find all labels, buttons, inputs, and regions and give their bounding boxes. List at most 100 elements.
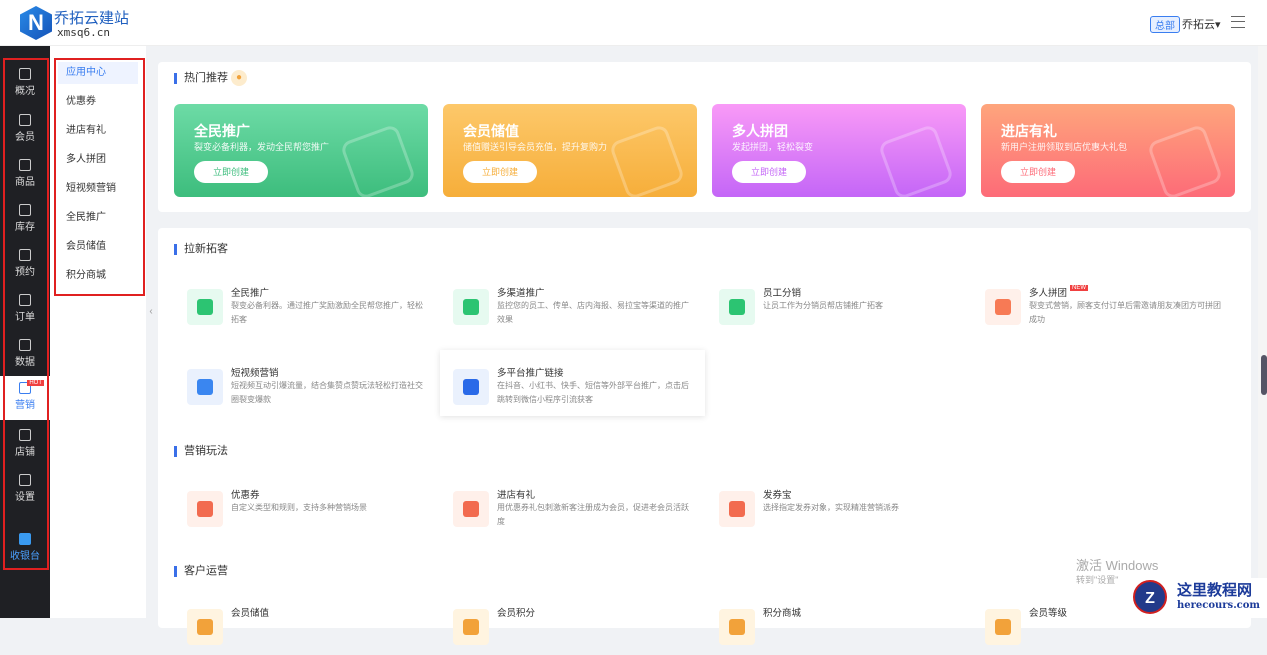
- submenu-item[interactable]: 进店有礼: [58, 120, 138, 142]
- sidebar-item-label: 会员: [15, 132, 35, 143]
- feature-desc: 选择指定发券对象，实现精准营销派券: [763, 503, 899, 512]
- feature-icon: [187, 369, 223, 405]
- feature-icon: [453, 491, 489, 527]
- lightbulb-icon: ●: [231, 70, 247, 86]
- promo-title: 进店有礼: [1001, 123, 1057, 139]
- feature-item[interactable]: 多人拼团 NEW 裂变式营销，顾客支付订单后需邀请朋友凑团方可拼团成功: [985, 285, 1235, 335]
- submenu-item[interactable]: 优惠券: [58, 91, 138, 113]
- sidebar-item[interactable]: 店铺: [0, 423, 50, 467]
- feature-desc: 监控您的员工、传单、店内海报、易拉宝等渠道的推广效果: [497, 301, 689, 324]
- brand-domain: xmsq6.cn: [57, 26, 110, 39]
- sidebar-item[interactable]: 会员: [0, 108, 50, 152]
- promo-decoration-icon: [339, 123, 417, 197]
- sidebar-item[interactable]: 库存: [0, 198, 50, 242]
- feature-item[interactable]: 多平台推广链接在抖音、小红书、快手、短信等外部平台推广，点击后跳转到微信小程序引…: [453, 365, 703, 415]
- promo-title: 全民推广: [194, 123, 250, 139]
- submenu-item[interactable]: 短视频营销: [58, 178, 138, 200]
- create-now-button[interactable]: 立即创建: [463, 161, 537, 183]
- sidebar-item-label: 数据: [15, 357, 35, 368]
- logo-icon: N: [20, 6, 52, 40]
- create-now-button[interactable]: 立即创建: [732, 161, 806, 183]
- feature-desc: 在抖音、小红书、快手、短信等外部平台推广，点击后跳转到微信小程序引流获客: [497, 381, 689, 404]
- watermark-url: herecours.com: [1177, 600, 1261, 611]
- feature-title: 多平台推广链接: [497, 368, 564, 379]
- promo-decoration-icon: [877, 123, 955, 197]
- feature-item[interactable]: 优惠券自定义类型和规则，支持多种营销场景: [187, 487, 437, 537]
- feature-title: 优惠券: [231, 490, 260, 501]
- submenu-item[interactable]: 全民推广: [58, 207, 138, 229]
- submenu-item[interactable]: 多人拼团: [58, 149, 138, 171]
- sidebar-item-label: 收银台: [10, 551, 40, 562]
- promo-desc: 发起拼团，轻松裂变: [732, 142, 814, 152]
- feature-item[interactable]: 短视频营销 短视频互动引爆流量，结合集赞点赞玩法轻松打造社交圈裂变爆款: [187, 365, 437, 415]
- feature-icon: [187, 289, 223, 325]
- nav-icon: [19, 429, 31, 441]
- feature-item[interactable]: 全民推广 裂变必备利器。通过推广奖励激励全民帮您推广，轻松拓客: [187, 285, 437, 335]
- watermark-title: 这里教程网: [1177, 581, 1253, 599]
- feature-icon: [719, 609, 755, 645]
- feature-desc: 自定义类型和规则，支持多种营销场景: [231, 503, 367, 512]
- promo-decoration-icon: [608, 123, 686, 197]
- promo-card[interactable]: 多人拼团 发起拼团，轻松裂变 立即创建: [712, 104, 966, 197]
- nav-icon: [19, 249, 31, 261]
- feature-desc: 短视频互动引爆流量，结合集赞点赞玩法轻松打造社交圈裂变爆款: [231, 381, 423, 404]
- submenu-item[interactable]: 会员储值: [58, 236, 138, 258]
- feature-icon: [719, 491, 755, 527]
- feature-title: 多人拼团: [1029, 288, 1068, 299]
- nav-icon: [19, 159, 31, 171]
- collapse-arrow-icon[interactable]: ‹: [146, 300, 156, 324]
- nav-icon: [19, 204, 31, 216]
- sidebar-item[interactable]: 商品: [0, 153, 50, 197]
- section-title: 客户运营: [174, 566, 228, 577]
- submenu-item[interactable]: 应用中心: [58, 62, 138, 84]
- submenu-item[interactable]: 积分商城: [58, 265, 138, 287]
- scrollbar[interactable]: [1258, 46, 1267, 618]
- sidebar-item-label: 店铺: [15, 447, 35, 458]
- feature-title: 积分商城: [763, 608, 802, 619]
- promo-desc: 裂变必备利器，发动全民帮您推广: [194, 142, 330, 152]
- nav-icon: [19, 294, 31, 306]
- sidebar-item[interactable]: 订单: [0, 288, 50, 332]
- feature-item[interactable]: 多渠道推广 监控您的员工、传单、店内海报、易拉宝等渠道的推广效果: [453, 285, 703, 335]
- feature-item[interactable]: 发券宝选择指定发券对象，实现精准营销派券: [719, 487, 969, 537]
- scrollbar-thumb[interactable]: [1261, 355, 1267, 395]
- section-title: 营销玩法: [174, 446, 228, 457]
- sidebar-item[interactable]: 数据: [0, 333, 50, 377]
- promo-card[interactable]: 进店有礼 新用户注册领取到店优惠大礼包 立即创建: [981, 104, 1235, 197]
- create-now-button[interactable]: 立即创建: [194, 161, 268, 183]
- sidebar-item[interactable]: 营销 HOT: [0, 376, 50, 420]
- promo-title: 会员储值: [463, 123, 519, 139]
- sidebar-item[interactable]: 概况: [0, 62, 50, 106]
- promo-card[interactable]: 全民推广裂变必备利器，发动全民帮您推广立即创建: [174, 104, 428, 197]
- feature-item[interactable]: 进店有礼 用优惠券礼包刺激新客注册成为会员，促进老会员活跃度: [453, 487, 703, 537]
- create-now-button[interactable]: 立即创建: [1001, 161, 1075, 183]
- hot-badge: HOT: [27, 380, 44, 386]
- promo-card[interactable]: 会员储值 储值赠送引导会员充值，提升复购力 立即创建: [443, 104, 697, 197]
- sidebar-item-label: 营销: [15, 400, 35, 411]
- feature-title: 会员等级: [1029, 608, 1068, 619]
- sidebar-item[interactable]: 预约: [0, 243, 50, 287]
- feature-title: 会员储值: [231, 608, 270, 619]
- feature-desc: 裂变式营销，顾客支付订单后需邀请朋友凑团方可拼团成功: [1029, 301, 1221, 324]
- hamburger-menu-icon[interactable]: [1231, 16, 1245, 28]
- feature-title: 进店有礼: [497, 490, 536, 501]
- feature-icon: [985, 609, 1021, 645]
- sidebar-item-label: 设置: [15, 492, 35, 503]
- feature-title: 员工分销: [763, 288, 802, 299]
- section-title: 热门推荐: [174, 73, 228, 84]
- feature-item[interactable]: 会员积分: [453, 605, 703, 655]
- sidebar-item[interactable]: 设置: [0, 468, 50, 512]
- feature-item[interactable]: 积分商城: [719, 605, 969, 655]
- user-dropdown[interactable]: 乔拓云▾: [1182, 16, 1221, 32]
- sidebar-item-label: 预约: [15, 267, 35, 278]
- sidebar-item[interactable]: 收银台: [0, 527, 50, 571]
- feature-item[interactable]: 员工分销让员工作为分销员帮店铺推广拓客: [719, 285, 969, 335]
- feature-desc: 让员工作为分销员帮店铺推广拓客: [763, 301, 883, 310]
- nav-icon: [19, 474, 31, 486]
- feature-item[interactable]: 会员储值: [187, 605, 437, 655]
- feature-icon: [187, 491, 223, 527]
- branch-badge[interactable]: 总部: [1150, 16, 1180, 33]
- section-title: 拉新拓客: [174, 244, 228, 255]
- sidebar-item-label: 商品: [15, 177, 35, 188]
- feature-title: 发券宝: [763, 490, 792, 501]
